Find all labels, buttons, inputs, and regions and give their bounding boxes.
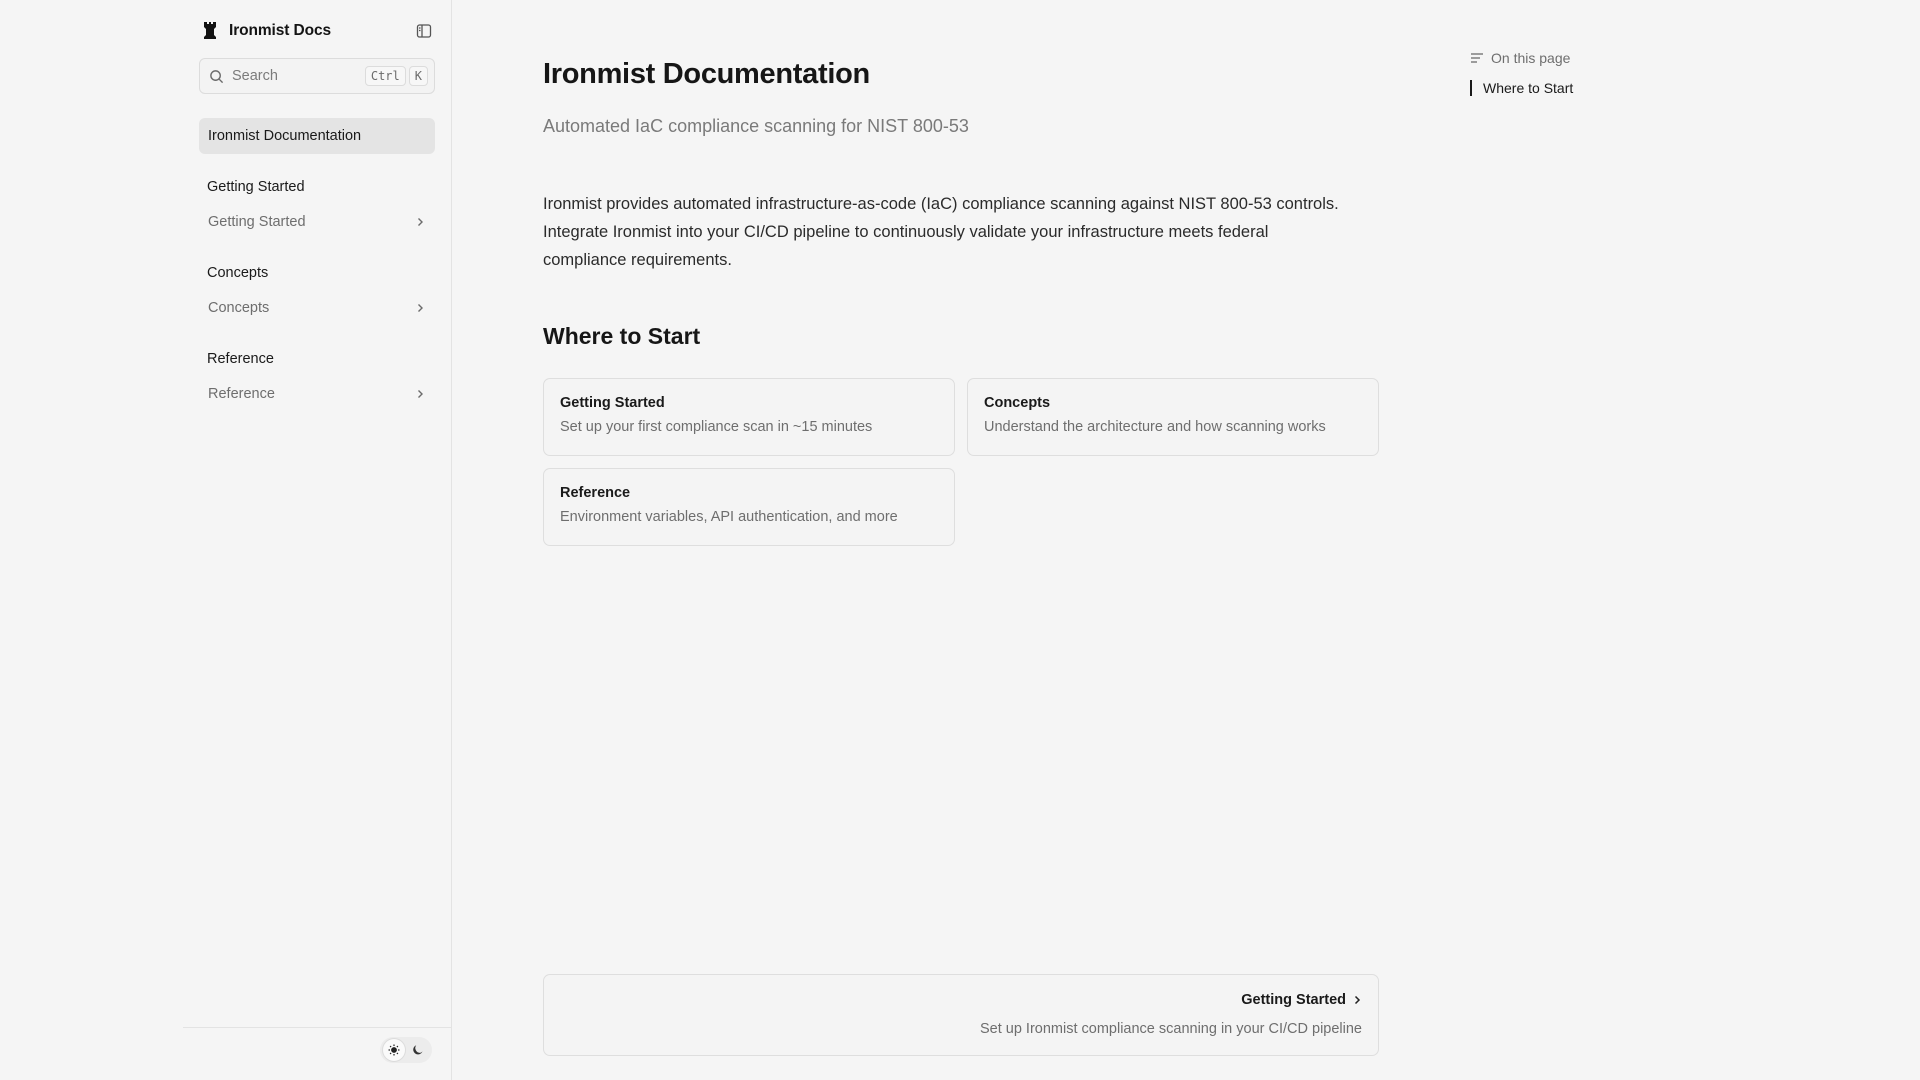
card-description: Environment variables, API authenticatio… <box>560 509 898 525</box>
card-title: Getting Started <box>560 395 665 411</box>
section-heading-where-to-start: Where to Start <box>543 323 701 349</box>
toc-header: On this page <box>1470 48 1710 68</box>
shortcut-k-key: K <box>408 66 428 86</box>
toc-header-label: On this page <box>1491 50 1571 66</box>
next-page-label: Getting Started <box>1241 992 1346 1008</box>
sun-icon[interactable] <box>383 1039 405 1061</box>
site-title[interactable]: Ironmist Docs <box>229 22 331 40</box>
chevron-right-icon <box>413 301 427 315</box>
sidebar-item-getting-started[interactable]: Getting Started <box>199 207 435 237</box>
page-title: Ironmist Documentation <box>543 58 870 90</box>
sidebar-section-concepts: Concepts <box>207 265 269 281</box>
card-reference[interactable]: Reference Environment variables, API aut… <box>543 468 955 546</box>
sidebar-section-reference: Reference <box>207 351 274 367</box>
card-title: Concepts <box>984 395 1051 411</box>
intro-paragraph: Ironmist provides automated infrastructu… <box>543 190 1379 274</box>
next-page-description: Set up Ironmist compliance scanning in y… <box>979 1021 1362 1037</box>
card-title: Reference <box>560 485 631 501</box>
search-icon <box>209 69 224 84</box>
sidebar-item-concepts[interactable]: Concepts <box>199 293 435 323</box>
chevron-right-icon <box>413 215 427 229</box>
moon-icon[interactable] <box>407 1039 429 1061</box>
next-page-title: Getting Started <box>1241 992 1362 1008</box>
sidebar: Ironmist Docs Search Ctrl K Ironmist Doc… <box>183 0 452 1080</box>
sidebar-item-label: Concepts <box>208 300 270 316</box>
next-page-link[interactable]: Getting Started Set up Ironmist complian… <box>543 974 1379 1056</box>
sidebar-header: Ironmist Docs <box>199 18 435 44</box>
sidebar-item-reference[interactable]: Reference <box>199 379 435 409</box>
intro-line: Integrate Ironmist into your CI/CD pipel… <box>543 223 1269 241</box>
sidebar-panel-icon[interactable] <box>413 20 435 42</box>
shortcut-ctrl-key: Ctrl <box>364 66 406 86</box>
chevron-right-icon <box>413 387 427 401</box>
list-icon <box>1470 52 1484 64</box>
toc-item-where-to-start[interactable]: Where to Start <box>1470 80 1573 96</box>
intro-line: compliance requirements. <box>543 251 732 269</box>
sidebar-footer-divider <box>183 1027 451 1028</box>
chevron-right-icon <box>1352 995 1362 1005</box>
table-of-contents: On this page Where to Start <box>1470 48 1710 96</box>
sidebar-section-getting-started: Getting Started <box>207 179 305 195</box>
search-input[interactable]: Search Ctrl K <box>199 58 435 94</box>
intro-line: Ironmist provides automated infrastructu… <box>543 195 1339 213</box>
card-description: Understand the architecture and how scan… <box>984 419 1326 435</box>
sidebar-item-label: Reference <box>208 386 275 402</box>
theme-toggle[interactable] <box>380 1037 432 1063</box>
card-description: Set up your first compliance scan in ~15… <box>560 419 873 435</box>
page-subtitle: Automated IaC compliance scanning for NI… <box>543 116 969 136</box>
sidebar-item-ironmist-documentation[interactable]: Ironmist Documentation <box>199 118 435 154</box>
search-placeholder: Search <box>232 68 278 84</box>
chess-rook-icon[interactable] <box>199 19 221 43</box>
card-concepts[interactable]: Concepts Understand the architecture and… <box>967 378 1379 456</box>
card-getting-started[interactable]: Getting Started Set up your first compli… <box>543 378 955 456</box>
sidebar-item-label: Getting Started <box>208 214 306 230</box>
